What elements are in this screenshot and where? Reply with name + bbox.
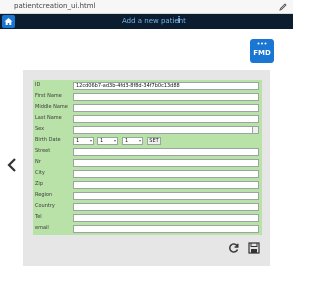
form-row-street: Street	[33, 147, 262, 156]
last-name-label: Last Name	[35, 115, 62, 121]
zip-label: Zip	[35, 181, 43, 187]
email-input[interactable]	[73, 225, 259, 233]
middle-name-label: Middle Name	[35, 104, 68, 110]
form-row-birth-date: Birth Date 1 1 1 SET	[33, 136, 262, 145]
set-date-button[interactable]: SET	[147, 137, 161, 145]
form-row-country: Country	[33, 202, 262, 211]
form-row-city: City	[33, 169, 262, 178]
street-input[interactable]	[73, 148, 259, 156]
window-titlebar: patientcreation_ui.html	[0, 0, 293, 14]
birth-year-value: 1	[125, 138, 129, 144]
nr-input[interactable]	[73, 159, 259, 167]
form-row-sex: Sex	[33, 125, 262, 134]
region-input[interactable]	[73, 192, 259, 200]
first-name-label: First Name	[35, 93, 62, 99]
last-name-input[interactable]	[73, 115, 259, 123]
select-arrow-icon	[252, 127, 258, 133]
chevron-down-icon	[90, 140, 92, 142]
birth-day-select[interactable]: 1	[73, 137, 94, 145]
id-input[interactable]: 12cd06b7-ad3b-4fd3-8f8d-34f7b0c13d88	[73, 82, 259, 90]
form-row-region: Region	[33, 191, 262, 200]
region-label: Region	[35, 192, 53, 198]
info-icon[interactable]: i	[176, 15, 182, 28]
birth-month-select[interactable]: 1	[97, 137, 118, 145]
sex-label: Sex	[35, 126, 45, 132]
logo-dots	[257, 42, 267, 45]
form-row-last-name: Last Name	[33, 114, 262, 123]
form-row-email: email	[33, 224, 262, 233]
top-navbar: Add a new patient i	[0, 14, 293, 29]
first-name-input[interactable]	[73, 93, 259, 101]
patient-form: ID 12cd06b7-ad3b-4fd3-8f8d-34f7b0c13d88 …	[33, 80, 262, 235]
city-label: City	[35, 170, 45, 176]
birth-year-select[interactable]: 1	[122, 137, 143, 145]
nr-label: Nr	[35, 159, 41, 165]
sex-select[interactable]	[73, 126, 259, 134]
form-row-middle-name: Middle Name	[33, 103, 262, 112]
birth-month-value: 1	[100, 138, 104, 144]
id-label: ID	[35, 82, 41, 88]
birth-day-value: 1	[76, 138, 80, 144]
home-button[interactable]	[2, 15, 15, 28]
street-label: Street	[35, 148, 51, 154]
country-input[interactable]	[73, 203, 259, 211]
form-row-zip: Zip	[33, 180, 262, 189]
save-icon[interactable]	[248, 242, 260, 254]
form-row-first-name: First Name	[33, 92, 262, 101]
zip-input[interactable]	[73, 181, 259, 189]
form-row-nr: Nr	[33, 158, 262, 167]
refresh-icon[interactable]	[228, 242, 240, 254]
chevron-down-icon	[114, 140, 116, 142]
tel-input[interactable]	[73, 214, 259, 222]
fmd-logo: FMD	[250, 39, 274, 63]
city-input[interactable]	[73, 170, 259, 178]
home-icon	[4, 18, 13, 25]
form-row-tel: Tel	[33, 213, 262, 222]
form-row-id: ID 12cd06b7-ad3b-4fd3-8f8d-34f7b0c13d88	[33, 81, 262, 90]
tel-label: Tel	[35, 214, 42, 220]
birth-date-label: Birth Date	[35, 137, 61, 143]
email-label: email	[35, 225, 49, 231]
country-label: Country	[35, 203, 55, 209]
chevron-left-icon[interactable]	[6, 157, 18, 173]
edit-icon[interactable]	[278, 2, 288, 12]
middle-name-input[interactable]	[73, 104, 259, 112]
chevron-down-icon	[139, 140, 141, 142]
window-title: patientcreation_ui.html	[14, 2, 96, 10]
logo-text: FMD	[253, 49, 271, 57]
